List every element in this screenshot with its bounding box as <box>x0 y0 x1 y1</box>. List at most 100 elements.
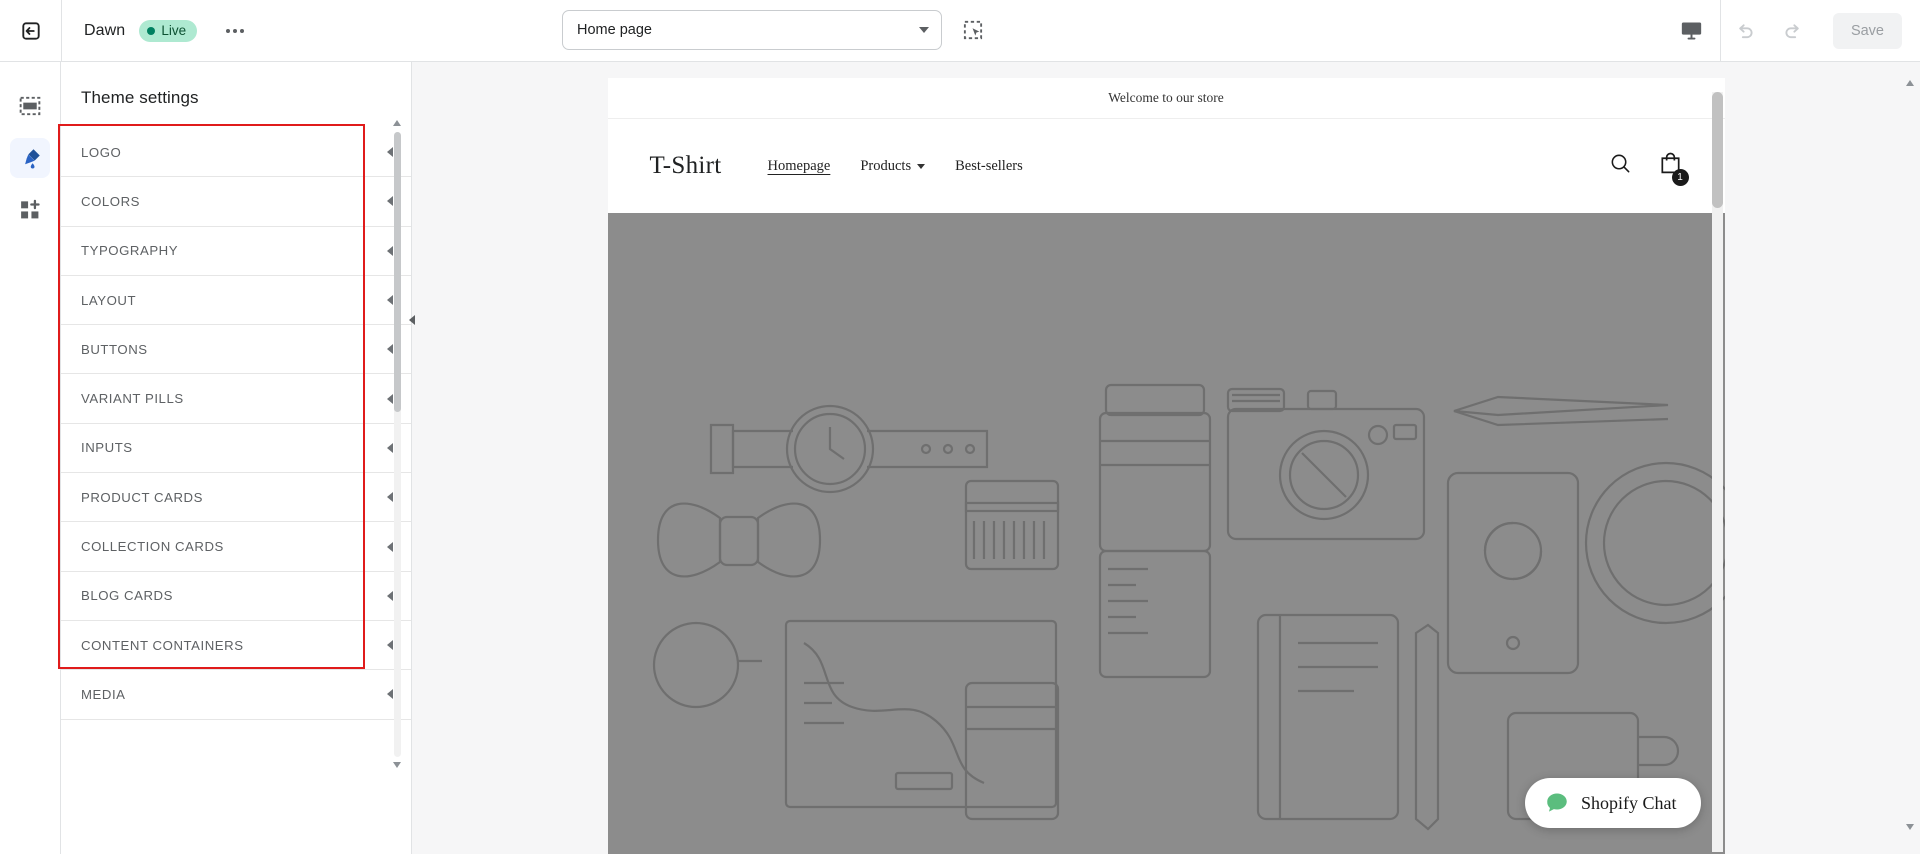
search-icon <box>1611 154 1629 173</box>
select-region-icon <box>963 20 983 40</box>
setting-row[interactable]: LOGO <box>61 128 411 178</box>
setting-row[interactable]: LAYOUT <box>61 275 411 326</box>
chevron-right-icon <box>373 344 407 355</box>
setting-row-label: MEDIA <box>81 686 126 702</box>
setting-row[interactable]: TYPOGRAPHY <box>61 226 411 276</box>
chevron-right-icon <box>373 442 407 453</box>
store-navigation: Homepage Products Best-sellers <box>768 158 1609 175</box>
storefront-preview-area: Welcome to our store T-Shirt Homepage Pro… <box>412 62 1920 854</box>
setting-row-label: PRODUCT CARDS <box>81 489 203 505</box>
page-selector-group: Home page <box>562 10 990 50</box>
chevron-down-icon <box>919 27 929 33</box>
more-options-button[interactable] <box>219 15 251 47</box>
store-header: T-Shirt Homepage Products Best-sellers 1 <box>608 119 1725 213</box>
chevron-right-icon <box>373 393 407 404</box>
chevron-right-icon <box>373 295 407 306</box>
setting-row-label: INPUTS <box>81 440 133 456</box>
setting-row[interactable]: INPUTS <box>61 423 411 474</box>
chat-widget-label: Shopify Chat <box>1580 792 1677 813</box>
collapse-panel-button[interactable] <box>404 300 420 340</box>
exit-arrow-icon <box>21 21 40 40</box>
setting-row-label: TYPOGRAPHY <box>81 243 179 259</box>
dot-icon <box>233 28 238 33</box>
setting-row-label: BLOG CARDS <box>81 588 173 604</box>
sidebar-item-apps[interactable] <box>10 190 50 230</box>
page-title: Theme settings <box>81 88 199 107</box>
chevron-right-icon <box>373 689 407 700</box>
setting-row-label: BUTTONS <box>81 341 148 357</box>
paint-brush-icon <box>24 148 40 168</box>
sections-icon <box>19 96 41 116</box>
sidebar-item-theme-settings[interactable] <box>10 138 50 178</box>
preview-scrollbar-track[interactable] <box>1711 92 1723 852</box>
cart-button[interactable]: 1 <box>1658 151 1689 186</box>
sidebar-scrollbar-track[interactable] <box>394 132 401 757</box>
inspect-mode-button[interactable] <box>956 13 990 47</box>
redo-button[interactable] <box>1769 0 1817 61</box>
save-button[interactable]: Save <box>1832 12 1902 49</box>
hero-lineart-illustration <box>652 383 1725 831</box>
preview-scrollbar-thumb[interactable] <box>1711 92 1723 208</box>
setting-row-label: COLORS <box>81 193 140 209</box>
setting-row[interactable]: BLOG CARDS <box>61 571 411 621</box>
setting-row[interactable]: VARIANT PILLS <box>61 374 411 424</box>
chevron-right-icon <box>373 640 407 651</box>
sidebar-item-sections[interactable] <box>10 86 50 126</box>
setting-row-label: COLLECTION CARDS <box>81 539 224 555</box>
status-dot-icon <box>147 26 156 35</box>
nav-item-label: Best-sellers <box>955 157 1023 174</box>
chevron-right-icon <box>373 492 407 503</box>
sidebar-scrollbar-thumb[interactable] <box>394 132 401 412</box>
nav-item[interactable]: Products <box>860 157 926 175</box>
page-selector-value: Home page <box>577 22 652 38</box>
shopify-chat-widget[interactable]: Shopify Chat <box>1524 778 1701 828</box>
theme-settings-panel: Theme settings LOGO COLORS TYPOGRAPHY LAYOU… <box>61 62 412 854</box>
sidebar-scroll-down-button[interactable] <box>393 762 402 771</box>
setting-row-label: LOGO <box>81 144 122 160</box>
top-right-actions: Save <box>1664 0 1920 61</box>
chevron-right-icon <box>373 147 407 158</box>
status-badge: Live <box>139 19 198 42</box>
chevron-right-icon <box>373 196 407 207</box>
cart-count-badge: 1 <box>1671 169 1689 186</box>
chat-bubble-icon <box>1547 793 1567 812</box>
hero-placeholder-image <box>607 213 1725 854</box>
setting-row[interactable]: CONTENT CONTAINERS <box>61 620 411 671</box>
nav-item-label: Homepage <box>767 157 831 174</box>
setting-row[interactable]: PRODUCT CARDS <box>61 473 411 523</box>
setting-row[interactable]: MEDIA <box>61 670 411 720</box>
left-icon-rail <box>0 62 61 854</box>
chevron-right-icon <box>373 541 407 552</box>
desktop-monitor-icon <box>1682 22 1702 40</box>
preview-scroll-down-button[interactable] <box>1906 824 1915 833</box>
theme-name: Dawn <box>84 21 126 39</box>
preview-scroll-up-button[interactable] <box>1906 80 1915 89</box>
top-toolbar: Dawn Live Home page Save <box>0 0 1920 62</box>
setting-row[interactable]: COLORS <box>61 177 411 227</box>
device-preview-button[interactable] <box>1664 0 1720 61</box>
setting-row[interactable]: BUTTONS <box>61 325 411 375</box>
undo-icon <box>1739 23 1753 38</box>
status-badge-label: Live <box>161 23 187 38</box>
storefront-preview: Welcome to our store T-Shirt Homepage Pro… <box>607 78 1725 854</box>
nav-item[interactable]: Best-sellers <box>955 158 1023 175</box>
apps-grid-plus-icon <box>21 199 40 219</box>
setting-row-label: LAYOUT <box>81 292 137 308</box>
setting-row[interactable]: COLLECTION CARDS <box>61 522 411 572</box>
undo-button[interactable] <box>1721 0 1769 61</box>
nav-item-label: Products <box>860 157 912 174</box>
search-button[interactable] <box>1609 152 1632 180</box>
announcement-bar: Welcome to our store <box>607 78 1725 119</box>
exit-editor-button[interactable] <box>0 0 62 61</box>
setting-row-label: CONTENT CONTAINERS <box>81 637 244 653</box>
nav-item[interactable]: Homepage <box>768 158 831 175</box>
dot-icon <box>226 28 231 33</box>
chevron-down-icon <box>917 163 926 169</box>
theme-settings-list: LOGO COLORS TYPOGRAPHY LAYOUT BUTTONS VARIANT… <box>61 128 411 720</box>
setting-row-label: VARIANT PILLS <box>81 391 184 407</box>
sidebar-scroll-up-button[interactable] <box>393 120 402 129</box>
chevron-right-icon <box>373 590 407 601</box>
store-logo: T-Shirt <box>649 152 722 179</box>
dot-icon <box>240 28 245 33</box>
page-selector[interactable]: Home page <box>562 10 942 50</box>
